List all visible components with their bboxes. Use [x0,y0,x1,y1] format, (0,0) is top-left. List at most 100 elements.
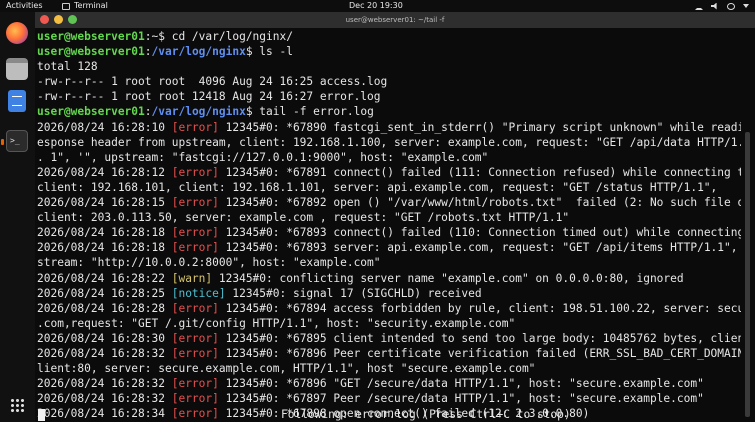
segment-lvl-error: [error] [171,392,219,406]
terminal-line: -rw-r--r-- 1 root root 12418 Aug 24 16:2… [37,89,741,104]
firefox-icon[interactable] [6,22,28,44]
segment-text: 2026/08/24 16:28:22 [37,271,172,285]
segment-lvl-error: [error] [171,331,219,345]
segment-text: 12345#0: *67896 Peer certificate verific… [218,346,741,360]
power-icon[interactable] [727,2,735,10]
terminal-line: user@webserver01:~$ cd /var/log/nginx/ [37,29,741,44]
terminal-output[interactable]: user@webserver01:~$ cd /var/log/nginx/us… [37,29,741,422]
segment-text: 12345#0: *67893 connect() failed (110: C… [218,226,741,240]
chevron-down-icon[interactable] [743,4,749,8]
docs-icon[interactable] [8,90,26,112]
volume-icon[interactable] [711,2,717,10]
segment-user: user@webserver01 [37,105,145,119]
terminal-line: user@webserver01:/var/log/nginx$ ls -l [37,44,741,59]
tail-footer: Following: error.log (Press Ctrl+C to st… [35,408,755,422]
terminal-line: 2026/08/24 16:28:12 [error] 12345#0: *67… [37,165,741,180]
segment-path: /var/log/nginx [151,105,246,119]
files-icon[interactable] [6,58,28,80]
terminal-line: lient:80, server: secure.example.com, HT… [37,361,741,376]
terminal-line: 2026/08/24 16:28:28 [error] 12345#0: *67… [37,301,741,316]
terminal-line: client: 203.0.113.50, server: example.co… [37,210,741,225]
title-bar[interactable]: user@webserver01: ~/tail -f [35,12,755,28]
activities-button[interactable]: Activities [6,0,43,12]
segment-text: total 128 [37,60,98,74]
segment-text: 12345#0: *67893 server: api.example.com,… [218,241,741,255]
segment-text: -rw-r--r-- 1 root root 4096 Aug 24 16:25… [37,75,388,89]
terminal-line: 2026/08/24 16:28:32 [error] 12345#0: *67… [37,346,741,361]
segment-lvl-error: [error] [171,196,219,210]
terminal-line: user@webserver01:/var/log/nginx$ tail -f… [37,104,741,119]
clock[interactable]: Dec 20 19:30 [349,0,403,12]
dock: >_ [0,12,35,422]
top-bar: Activities Terminal Dec 20 19:30 [0,0,755,12]
segment-text: 12345#0: *67897 Peer /secure/data HTTP/1… [218,392,704,406]
app-menu[interactable]: Terminal [62,0,108,12]
terminal-line: 2026/08/24 16:28:10 [error] 12345#0: *67… [37,120,741,135]
segment-text: 12345#0: signal 17 (SIGCHLD) received [225,286,482,300]
segment-text: 12345#0: *67894 access forbidden by rule… [218,301,741,315]
terminal-line: 2026/08/24 16:28:18 [error] 12345#0: *67… [37,225,741,240]
follow-status: Following: error.log (Press Ctrl+C to st… [281,408,571,421]
scrollbar[interactable] [745,132,750,417]
terminal-line: . 1", '", upstream: "fastcgi://127.0.0.1… [37,150,741,165]
terminal-line: total 128 [37,59,741,74]
running-indicator [1,139,4,145]
segment-text: 12345#0: *67895 client intended to send … [218,331,741,345]
segment-text: : [144,105,152,119]
text-cursor [38,409,45,421]
segment-text: 2026/08/24 16:28:30 [37,331,172,345]
segment-text: 12345#0: *67896 "GET /secure/data HTTP/1… [218,377,704,391]
segment-text: 2026/08/24 16:28:12 [37,165,172,179]
segment-text: client: 203.0.113.50, server: example.co… [37,211,570,225]
segment-text: 2026/08/24 16:28:18 [37,241,172,255]
segment-text: lient:80, server: secure.example.com, HT… [37,362,536,376]
segment-text: 12345#0: *67892 open () "/var/www/html/r… [218,196,741,210]
segment-text: 2026/08/24 16:28:32 [37,392,172,406]
segment-text: : [144,45,152,59]
segment-text: 12345#0: *67890 fastcgi_sent_in_stderr()… [218,120,741,134]
terminal-line: .com,request: "GET /.git/config HTTP/1.1… [37,316,741,331]
terminal-line: 2026/08/24 16:28:32 [error] 12345#0: *67… [37,391,741,406]
segment-text: client: 192.168.101, client: 192.168.1.1… [37,180,718,194]
segment-lvl-error: [error] [171,301,219,315]
apps-grid-icon[interactable] [10,398,24,412]
segment-text: 2026/08/24 16:28:18 [37,226,172,240]
segment-text: 12345#0: *67891 connect() failed (111: C… [218,165,741,179]
terminal-app-icon [62,2,70,10]
segment-lvl-error: [error] [171,241,219,255]
segment-lvl-error: [error] [171,120,219,134]
segment-text: . 1", '", upstream: "fastcgi://127.0.0.1… [37,150,489,164]
terminal-icon[interactable]: >_ [6,130,28,152]
segment-text: $ tail -f error.log [245,105,374,119]
segment-text: esponse header from upstream, client: 19… [37,135,741,149]
segment-path: /var/log/nginx [151,45,246,59]
segment-lvl-warn: [warn] [171,271,213,285]
terminal-line: 2026/08/24 16:28:25 [notice] 12345#0: si… [37,286,741,301]
segment-text: -rw-r--r-- 1 root root 12418 Aug 24 16:2… [37,90,381,104]
segment-text: .com,request: "GET /.git/config HTTP/1.1… [37,316,516,330]
segment-lvl-error: [error] [171,346,219,360]
system-tray[interactable] [695,0,749,12]
segment-text: :~$ cd /var/log/nginx/ [144,30,293,43]
segment-user: user@webserver01 [37,45,145,59]
network-icon[interactable] [695,3,703,10]
terminal-line: esponse header from upstream, client: 19… [37,135,741,150]
segment-text: 2026/08/24 16:28:32 [37,346,172,360]
terminal-line: 2026/08/24 16:28:15 [error] 12345#0: *67… [37,195,741,210]
segment-text: 2026/08/24 16:28:10 [37,120,172,134]
segment-user: user@webserver01 [37,30,145,43]
segment-text: 2026/08/24 16:28:28 [37,301,172,315]
terminal-window: user@webserver01: ~/tail -f user@webserv… [35,12,755,422]
window-title: user@webserver01: ~/tail -f [345,16,445,24]
terminal-line: client: 192.168.101, client: 192.168.1.1… [37,180,741,195]
terminal-line: 2026/08/24 16:28:30 [error] 12345#0: *67… [37,331,741,346]
segment-lvl-error: [error] [171,226,219,240]
terminal-line: stream: "http://10.0.0.2:8000", host: "e… [37,255,741,270]
segment-lvl-error: [error] [171,377,219,391]
segment-text: stream: "http://10.0.0.2:8000", host: "e… [37,256,381,270]
segment-text: 2026/08/24 16:28:32 [37,377,172,391]
segment-lvl-notice: [notice] [171,286,226,300]
segment-text: $ ls -l [245,45,293,59]
segment-lvl-error: [error] [171,165,219,179]
terminal-line: 2026/08/24 16:28:22 [warn] 12345#0: conf… [37,271,741,286]
